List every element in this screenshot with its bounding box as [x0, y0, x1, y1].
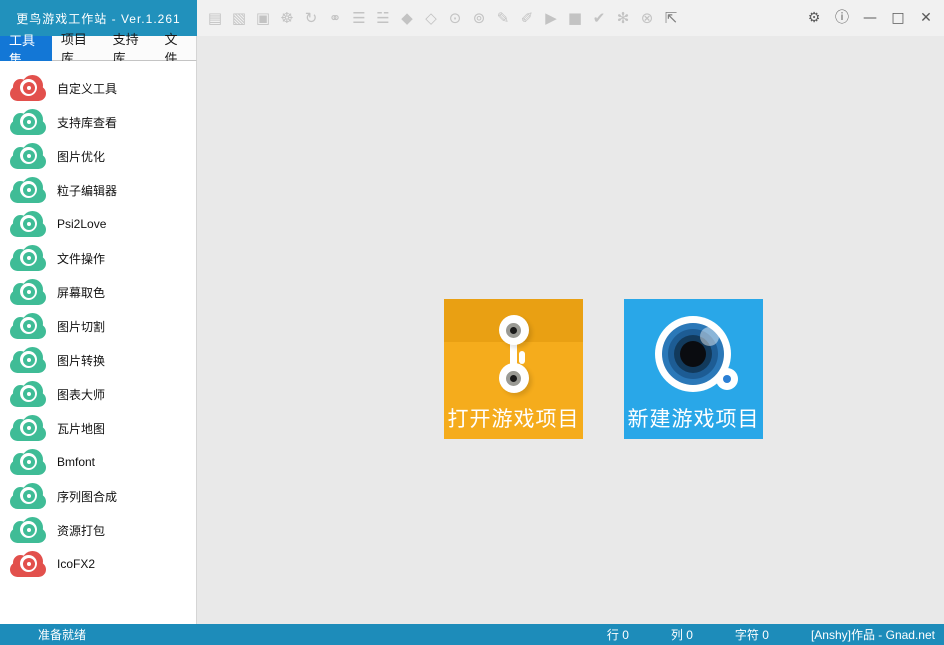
binoculars-icon[interactable]: ⚭	[323, 0, 347, 36]
helm-icon[interactable]: ☸	[275, 0, 299, 36]
cloud-tool-icon	[9, 481, 47, 511]
window-controls: ⚙ ⓘ — □ ✕	[797, 0, 937, 36]
main-workspace: 打开游戏项目 新建游戏项目	[197, 36, 944, 624]
sidebar-item-custom-tools[interactable]: 自定义工具	[0, 71, 196, 105]
settings-gear-icon[interactable]: ⚙	[803, 0, 825, 36]
sidebar-item-label: 序列图合成	[57, 488, 117, 505]
sidebar-item-support-viewer[interactable]: 支持库查看	[0, 105, 196, 139]
maximize-button[interactable]: □	[887, 0, 909, 36]
close-button[interactable]: ✕	[915, 0, 937, 36]
sidebar-item-file-ops[interactable]: 文件操作	[0, 241, 196, 275]
cloud-tool-icon	[9, 209, 47, 239]
sidebar-item-screen-color[interactable]: 屏幕取色	[0, 275, 196, 309]
app-title: 更鸟游戏工作站 - Ver.1.261	[16, 10, 180, 27]
standby-icon[interactable]: ⊚	[467, 0, 491, 36]
sidebar-item-label: 支持库查看	[57, 114, 117, 131]
bars-descending-icon[interactable]: ☱	[371, 0, 395, 36]
cloud-tool-icon	[9, 413, 47, 443]
status-right-group: 行 0 列 0 字符 0 [Anshy]作品 - Gnad.net	[565, 626, 935, 643]
status-chars: 字符 0	[735, 626, 769, 643]
power-icon[interactable]: ⊙	[443, 0, 467, 36]
project-image-icon[interactable]: ▣	[251, 0, 275, 36]
sidebar-item-label: Psi2Love	[57, 217, 106, 231]
close-circle-icon[interactable]: ⊗	[635, 0, 659, 36]
cloud-tool-icon	[9, 549, 47, 579]
sidebar-tabs: 工具集 项目库 支持库 文件	[0, 36, 197, 61]
sidebar-item-icofx2[interactable]: IcoFX2	[0, 547, 196, 581]
open-project-label: 打开游戏项目	[444, 403, 583, 433]
tab-project-library[interactable]: 项目库	[52, 36, 104, 60]
sidebar-item-image-convert[interactable]: 图片转换	[0, 343, 196, 377]
clean-icon[interactable]: ✻	[611, 0, 635, 36]
sidebar-item-psi2love[interactable]: Psi2Love	[0, 207, 196, 241]
cloud-tool-icon	[9, 379, 47, 409]
cloud-tool-icon	[9, 345, 47, 375]
refresh-icon[interactable]: ↻	[299, 0, 323, 36]
tag-icon[interactable]: ◆	[395, 0, 419, 36]
bars-ascending-icon[interactable]: ☰	[347, 0, 371, 36]
tab-file[interactable]: 文件	[155, 36, 196, 60]
sidebar-item-particle-editor[interactable]: 粒子编辑器	[0, 173, 196, 207]
cloud-tool-icon	[9, 73, 47, 103]
sidebar: 自定义工具 支持库查看 图片优化 粒子编辑器 Psi2Love 文件操作 屏幕取…	[0, 61, 197, 624]
new-project-label: 新建游戏项目	[624, 403, 763, 433]
check-badge-icon[interactable]: ✔	[587, 0, 611, 36]
new-project-tile[interactable]: 新建游戏项目	[624, 299, 763, 439]
cloud-tool-icon	[9, 141, 47, 171]
sidebar-item-sequence-compose[interactable]: 序列图合成	[0, 479, 196, 513]
cloud-tool-icon	[9, 515, 47, 545]
stop-icon[interactable]: ■	[563, 0, 587, 36]
export-icon[interactable]: ⇱	[659, 0, 683, 36]
sidebar-item-label: 图片转换	[57, 352, 105, 369]
save-as-icon[interactable]: ▧	[227, 0, 251, 36]
sidebar-item-label: 粒子编辑器	[57, 182, 117, 199]
tab-toolset[interactable]: 工具集	[0, 36, 52, 61]
status-column: 列 0	[671, 626, 693, 643]
run-icon[interactable]: ▶	[539, 0, 563, 36]
sidebar-item-image-slice[interactable]: 图片切割	[0, 309, 196, 343]
toolbar-icons: ▤ ▧ ▣ ☸ ↻ ⚭ ☰ ☱ ◆ ◇ ⊙ ⊚ ✎ ✐ ▶ ■ ✔ ✻ ⊗ ⇱	[203, 0, 683, 36]
lens-satellite-dot	[716, 368, 738, 390]
binder-rings-icon	[494, 315, 534, 393]
cloud-tool-icon	[9, 107, 47, 137]
cloud-tool-icon	[9, 243, 47, 273]
tab-support-library[interactable]: 支持库	[104, 36, 156, 60]
sidebar-item-chart-master[interactable]: 图表大师	[0, 377, 196, 411]
sidebar-item-label: 图片切割	[57, 318, 105, 335]
status-credit: [Anshy]作品 - Gnad.net	[811, 626, 935, 643]
cloud-tool-icon	[9, 447, 47, 477]
pencil-icon[interactable]: ✎	[491, 0, 515, 36]
sidebar-item-label: 资源打包	[57, 522, 105, 539]
sidebar-item-label: 自定义工具	[57, 80, 117, 97]
sidebar-item-label: 瓦片地图	[57, 420, 105, 437]
cloud-tool-icon	[9, 277, 47, 307]
status-bar: 准备就绪 行 0 列 0 字符 0 [Anshy]作品 - Gnad.net	[0, 624, 944, 645]
sidebar-item-label: 图表大师	[57, 386, 105, 403]
sidebar-item-label: 屏幕取色	[57, 284, 105, 301]
minimize-button[interactable]: —	[859, 0, 881, 36]
sidebar-item-resource-pack[interactable]: 资源打包	[0, 513, 196, 547]
sidebar-item-image-optimize[interactable]: 图片优化	[0, 139, 196, 173]
save-icon[interactable]: ▤	[203, 0, 227, 36]
sidebar-item-bmfont[interactable]: Bmfont	[0, 445, 196, 479]
sidebar-item-label: Bmfont	[57, 455, 95, 469]
sidebar-item-label: 文件操作	[57, 250, 105, 267]
cloud-tool-icon	[9, 175, 47, 205]
sidebar-item-label: IcoFX2	[57, 557, 95, 571]
toolbar: ▤ ▧ ▣ ☸ ↻ ⚭ ☰ ☱ ◆ ◇ ⊙ ⊚ ✎ ✐ ▶ ■ ✔ ✻ ⊗ ⇱ …	[197, 0, 944, 36]
pen-icon[interactable]: ✐	[515, 0, 539, 36]
status-line: 行 0	[607, 626, 629, 643]
cloud-tool-icon	[9, 311, 47, 341]
info-icon[interactable]: ⓘ	[831, 0, 853, 36]
sidebar-item-tile-map[interactable]: 瓦片地图	[0, 411, 196, 445]
tags-icon[interactable]: ◇	[419, 0, 443, 36]
open-project-tile[interactable]: 打开游戏项目	[444, 299, 583, 439]
sidebar-item-label: 图片优化	[57, 148, 105, 165]
status-ready-text: 准备就绪	[38, 626, 86, 643]
